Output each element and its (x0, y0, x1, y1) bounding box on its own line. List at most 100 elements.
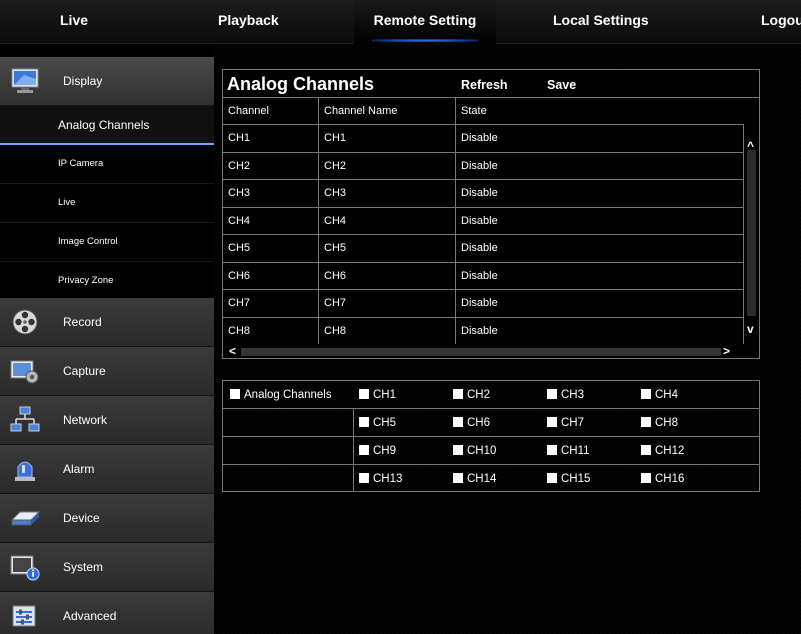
scroll-right-arrow-icon[interactable]: > (723, 345, 730, 357)
channel-name-cell: CH5 (318, 234, 456, 263)
sidebar-category-record[interactable]: Record (0, 298, 214, 347)
tab-logout[interactable]: Logou (761, 0, 801, 44)
checkbox-ch16[interactable]: CH16 (641, 465, 684, 493)
sidebar-category-device[interactable]: Device (0, 494, 214, 543)
channel-name-cell: CH8 (318, 316, 456, 344)
sidebar-category-label: Advanced (63, 609, 117, 623)
refresh-button[interactable]: Refresh (461, 78, 508, 92)
sidebar-item-label: Image Control (58, 236, 118, 247)
sidebar-category-label: Capture (63, 364, 106, 378)
table-row[interactable]: CH5 CH5 Disable (222, 234, 744, 263)
advanced-sliders-icon (12, 605, 36, 627)
save-button[interactable]: Save (547, 78, 576, 92)
state-cell: Disable (455, 124, 744, 153)
checkbox-ch4[interactable]: CH4 (641, 381, 678, 409)
checkbox-label: CH3 (561, 389, 585, 401)
state-cell: Disable (455, 234, 744, 263)
tab-local-settings[interactable]: Local Settings (553, 0, 649, 44)
sidebar-category-display[interactable]: Display (0, 57, 214, 106)
checkbox-label: CH8 (655, 417, 679, 429)
sidebar-item-analog-channels[interactable]: Analog Channels (0, 106, 214, 145)
checkbox-ch14[interactable]: CH14 (453, 465, 496, 493)
checkbox-ch10[interactable]: CH10 (453, 437, 496, 465)
sidebar-item-label: IP Camera (58, 158, 104, 169)
channel-cell: CH3 (222, 179, 319, 208)
scroll-down-arrow-icon[interactable]: v (747, 323, 754, 335)
sidebar-item-ip-camera[interactable]: IP Camera (0, 145, 214, 184)
checkbox-analog-channels[interactable]: Analog Channels (230, 381, 332, 409)
state-cell: Disable (455, 261, 744, 290)
checkbox-ch11[interactable]: CH11 (547, 437, 590, 465)
checkbox-ch7[interactable]: CH7 (547, 409, 584, 437)
checkbox-ch9[interactable]: CH9 (359, 437, 396, 465)
sidebar-category-label: Alarm (63, 462, 95, 476)
checkbox-label: CH13 (373, 473, 403, 485)
tab-playback[interactable]: Playback (218, 0, 279, 44)
checkbox-icon (547, 445, 557, 455)
channel-cell: CH8 (222, 316, 319, 344)
state-cell: Disable (455, 206, 744, 235)
checkbox-label: CH12 (655, 445, 685, 457)
table-row[interactable]: CH6 CH6 Disable (222, 261, 744, 290)
checkbox-ch12[interactable]: CH12 (641, 437, 684, 465)
table-row[interactable]: CH4 CH4 Disable (222, 206, 744, 235)
horizontal-scrollbar[interactable]: < > (223, 345, 744, 358)
sidebar-item-label: Live (58, 197, 76, 208)
checkbox-ch8[interactable]: CH8 (641, 409, 678, 437)
sidebar-item-image-control[interactable]: Image Control (0, 223, 214, 262)
tab-remote-setting[interactable]: Remote Setting (354, 0, 496, 44)
sidebar-category-label: Record (63, 315, 102, 329)
table-row[interactable]: CH1 CH1 Disable (222, 124, 744, 153)
channel-cell: CH4 (222, 206, 319, 235)
selector-row: Analog Channels CH1 CH2 CH3 CH4 (223, 381, 759, 409)
table-row[interactable]: CH8 CH8 Disable (222, 316, 744, 344)
selector-row: CH9 CH10 CH11 CH12 (223, 437, 759, 465)
checkbox-label: CH11 (561, 445, 590, 457)
checkbox-ch6[interactable]: CH6 (453, 409, 490, 437)
table-row[interactable]: CH7 CH7 Disable (222, 289, 744, 318)
vertical-scroll-thumb[interactable] (747, 150, 756, 316)
checkbox-icon (641, 389, 651, 399)
checkbox-ch13[interactable]: CH13 (359, 465, 402, 493)
selector-row: CH13 CH14 CH15 CH16 (223, 465, 759, 493)
checkbox-label: CH2 (467, 389, 491, 401)
active-tab-indicator (372, 39, 478, 42)
checkbox-icon (359, 473, 369, 483)
sidebar-category-alarm[interactable]: Alarm (0, 445, 214, 494)
checkbox-label: CH4 (655, 389, 679, 401)
sidebar-category-label: Device (63, 511, 100, 525)
checkbox-ch1[interactable]: CH1 (359, 381, 396, 409)
scroll-left-arrow-icon[interactable]: < (229, 345, 236, 357)
checkbox-ch2[interactable]: CH2 (453, 381, 490, 409)
tab-live[interactable]: Live (60, 0, 88, 44)
sidebar-category-advanced[interactable]: Advanced (0, 592, 214, 634)
channel-name-cell: CH2 (318, 151, 456, 180)
state-cell: Disable (455, 179, 744, 208)
checkbox-icon (547, 473, 557, 483)
sidebar-item-label: Privacy Zone (58, 275, 114, 286)
sidebar-category-system[interactable]: System (0, 543, 214, 592)
sidebar-item-privacy-zone[interactable]: Privacy Zone (0, 262, 214, 301)
channel-name-cell: CH1 (318, 124, 456, 153)
horizontal-scroll-thumb[interactable] (241, 348, 721, 356)
channel-name-cell: CH7 (318, 289, 456, 318)
channel-table-body: CH1 CH1 Disable CH2 CH2 Disable CH3 CH3 Disabl… (222, 124, 744, 344)
channel-cell: CH5 (222, 234, 319, 263)
capture-gear-icon (10, 360, 39, 384)
table-row[interactable]: CH3 CH3 Disable (222, 179, 744, 208)
checkbox-label: Analog Channels (244, 389, 332, 401)
channel-selector: Analog Channels CH1 CH2 CH3 CH4 CH5 CH6 … (222, 380, 760, 492)
checkbox-icon (230, 389, 240, 399)
vertical-scrollbar[interactable]: ^ v (744, 124, 759, 345)
checkbox-ch5[interactable]: CH5 (359, 409, 396, 437)
sidebar-category-network[interactable]: Network (0, 396, 214, 445)
checkbox-icon (453, 417, 463, 427)
channel-cell: CH6 (222, 261, 319, 290)
checkbox-ch3[interactable]: CH3 (547, 381, 584, 409)
checkbox-label: CH14 (467, 473, 497, 485)
sidebar-item-live[interactable]: Live (0, 184, 214, 223)
table-row[interactable]: CH2 CH2 Disable (222, 151, 744, 180)
sidebar-category-capture[interactable]: Capture (0, 347, 214, 396)
hard-drive-icon (10, 511, 40, 526)
checkbox-ch15[interactable]: CH15 (547, 465, 590, 493)
